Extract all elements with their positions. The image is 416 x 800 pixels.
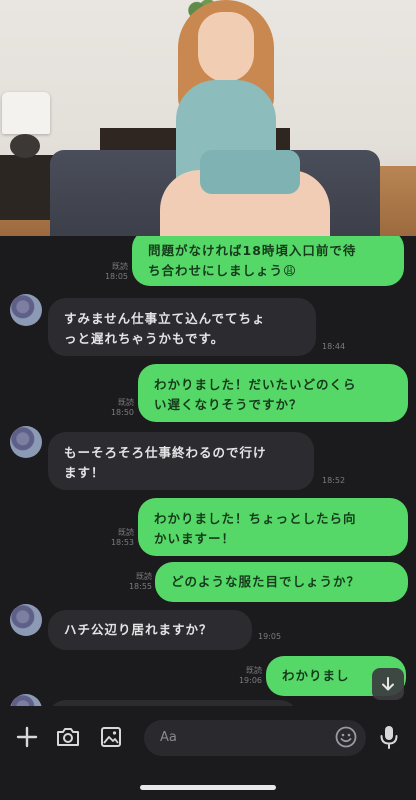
photo-lamp-base (10, 134, 40, 158)
message-time: 18:50 (110, 408, 134, 417)
message-time: 18:53 (110, 538, 134, 547)
scroll-to-bottom-button[interactable] (372, 668, 404, 700)
photo-lamp-shade (2, 92, 50, 134)
read-receipt: 既読 (246, 666, 262, 675)
message-time: 18:52 (322, 476, 346, 485)
image-icon (101, 727, 121, 747)
add-button[interactable] (12, 722, 42, 752)
read-receipt: 既読 (136, 572, 152, 581)
read-receipt: 既読 (112, 262, 128, 271)
shared-photo[interactable] (0, 0, 416, 236)
read-receipt: 既読 (118, 398, 134, 407)
home-indicator[interactable] (140, 785, 276, 790)
camera-button[interactable] (53, 722, 83, 752)
outgoing-message[interactable]: わかりました！ちょっとしたら向 かいますー！ (138, 498, 408, 556)
incoming-message[interactable]: もーそろそろ仕事終わるので行け ます！ (48, 432, 314, 490)
plus-icon (16, 726, 38, 748)
message-meta: 既読 19:06 (228, 666, 262, 686)
chat-message-list[interactable]: 問題がなければ18時頃入口前で待 ち合わせにしましょう😩 既読 18:05 すみ… (0, 236, 416, 706)
mic-icon (380, 726, 398, 749)
message-input-bar: Aa (0, 706, 416, 770)
emoji-icon (335, 726, 357, 748)
message-time: 18:55 (128, 582, 152, 591)
message-meta: 既読 18:55 (118, 572, 152, 592)
outgoing-message[interactable]: どのような服た目でしょうか？ (155, 562, 408, 602)
message-meta: 既読 18:05 (96, 262, 128, 282)
contact-avatar[interactable] (10, 426, 42, 458)
arrow-down-icon (382, 677, 394, 691)
camera-icon (57, 728, 79, 746)
message-time: 19:06 (238, 676, 262, 685)
incoming-message[interactable]: すみません仕事立て込んでてちょ っと遅れちゃうかもです。 (48, 298, 316, 356)
outgoing-message[interactable]: 問題がなければ18時頃入口前で待 ち合わせにしましょう😩 (132, 236, 404, 286)
incoming-message[interactable]: ハチ公辺り居れますか？ (48, 610, 252, 650)
image-button[interactable] (96, 722, 126, 752)
outgoing-message[interactable]: わかりました！だいたいどのくら い遅くなりそうですか？ (138, 364, 408, 422)
message-meta: 既読 18:53 (100, 528, 134, 548)
photo-person-skirt (200, 150, 300, 194)
message-meta: 既読 18:50 (100, 398, 134, 418)
photo-person-face (198, 12, 254, 82)
message-time: 18:05 (104, 272, 128, 281)
voice-button[interactable] (374, 722, 404, 752)
contact-avatar[interactable] (10, 694, 42, 706)
read-receipt: 既読 (118, 528, 134, 537)
message-time: 19:05 (258, 632, 282, 641)
contact-avatar[interactable] (10, 604, 42, 636)
contact-avatar[interactable] (10, 294, 42, 326)
message-time: 18:44 (322, 342, 346, 351)
emoji-button[interactable] (331, 722, 361, 752)
